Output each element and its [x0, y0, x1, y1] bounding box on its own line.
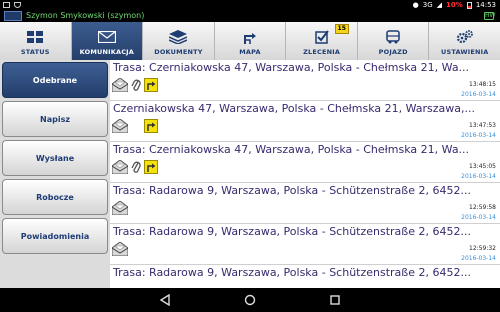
envelope-icon [97, 30, 116, 44]
android-nav-bar [0, 288, 500, 312]
grid-icon [26, 30, 44, 44]
battery-icon [466, 1, 472, 9]
message-row[interactable]: Trasa: Czerniakowska 47, Warszawa, Polsk… [110, 142, 500, 183]
message-time: 13:47:53 [469, 122, 496, 129]
stack-icon [169, 30, 188, 44]
checkbox-icon [313, 30, 331, 44]
sidebar-item-odebrane[interactable]: Odebrane [2, 62, 108, 98]
tab-ustawienia[interactable]: USTAWIENIA [429, 22, 500, 60]
message-title: Trasa: Radarowa 9, Warszawa, Polska - Sc… [113, 184, 471, 197]
battery-percent: 10% [446, 1, 463, 9]
message-time: 12:59:58 [469, 204, 496, 211]
android-status-bar: ● 3G ◢ 10% 14:53 [0, 0, 500, 10]
tab-label: STATUS [20, 48, 50, 56]
screenshot-icon [3, 2, 10, 8]
signal-icon: ◢ [436, 1, 443, 9]
message-title: Trasa: Radarowa 9, Warszawa, Polska - Sc… [113, 266, 471, 279]
screen: ● 3G ◢ 10% 14:53 Szymon Smykowski (szymo… [0, 0, 500, 312]
message-date: 2016-03-14 [461, 91, 496, 98]
user-name: Szymon Smykowski (szymon) [26, 11, 145, 20]
network-type: 3G [422, 1, 433, 9]
sidebar-item-napisz[interactable]: Napisz [2, 101, 108, 137]
message-date: 2016-03-14 [461, 132, 496, 139]
open-envelope-icon [112, 201, 128, 215]
message-row[interactable]: Czerniakowska 47, Warszawa, Polska - Che… [110, 101, 500, 142]
message-title: Trasa: Czerniakowska 47, Warszawa, Polsk… [113, 61, 470, 74]
message-row[interactable]: Trasa: Radarowa 9, Warszawa, Polska - Sc… [110, 224, 500, 265]
recents-button[interactable] [328, 293, 342, 307]
shield-icon [14, 2, 21, 8]
message-time: 13:45:05 [469, 163, 496, 170]
message-title: Trasa: Radarowa 9, Warszawa, Polska - Sc… [113, 225, 471, 238]
tab-zlecenia[interactable]: 15 ZLECENIA [286, 22, 358, 60]
route-icon [144, 78, 158, 92]
tab-komunikacja[interactable]: KOMUNIKACJA [71, 22, 144, 60]
tab-label: USTAWIENIA [440, 48, 489, 56]
location-icon: ● [412, 1, 419, 9]
tab-dokumenty[interactable]: DOKUMENTY [143, 22, 215, 60]
open-envelope-icon [112, 160, 128, 174]
message-date: 2016-03-14 [461, 255, 496, 262]
sidebar-item-powiadomienia[interactable]: Powiadomienia [2, 218, 108, 254]
clock: 14:53 [475, 1, 496, 9]
back-triangle-icon [159, 294, 170, 306]
tab-label: DOKUMENTY [154, 48, 203, 56]
message-row[interactable]: Trasa: Czerniakowska 47, Warszawa, Polsk… [110, 60, 500, 101]
open-envelope-icon [112, 242, 128, 256]
orders-count-badge: 15 [334, 24, 349, 34]
tab-label: POJAZD [378, 48, 408, 56]
recents-square-icon [330, 295, 340, 305]
home-circle-icon [244, 294, 256, 306]
tab-mapa[interactable]: MAPA [214, 22, 287, 60]
connection-status-icon: HW [484, 12, 496, 20]
tab-pojazd[interactable]: POJAZD [357, 22, 430, 60]
app-title-bar: Szymon Smykowski (szymon) HW [0, 10, 500, 22]
messages-sidebar: Odebrane Napisz Wysłane Robocze Powiadom… [0, 60, 110, 288]
bus-icon [384, 30, 402, 44]
tab-label: KOMUNIKACJA [79, 48, 135, 56]
message-list: Trasa: Czerniakowska 47, Warszawa, Polsk… [110, 60, 500, 288]
message-row[interactable]: Trasa: Radarowa 9, Warszawa, Polska - Sc… [110, 183, 500, 224]
message-time: 13:48:15 [469, 81, 496, 88]
open-envelope-icon [112, 78, 128, 92]
message-date: 2016-03-14 [461, 173, 496, 180]
tab-label: MAPA [239, 48, 261, 56]
open-envelope-icon [112, 119, 128, 133]
message-row[interactable]: Trasa: Radarowa 9, Warszawa, Polska - Sc… [110, 265, 500, 288]
message-title: Czerniakowska 47, Warszawa, Polska - Che… [113, 102, 476, 115]
device-icon [4, 11, 22, 21]
gears-icon [456, 30, 474, 44]
paperclip-icon [131, 161, 141, 173]
message-time: 12:59:32 [469, 245, 496, 252]
sidebar-item-robocze[interactable]: Robocze [2, 179, 108, 215]
route-icon [144, 119, 158, 133]
tab-status[interactable]: STATUS [0, 22, 72, 60]
message-title: Trasa: Czerniakowska 47, Warszawa, Polsk… [113, 143, 470, 156]
back-button[interactable] [158, 293, 172, 307]
message-date: 2016-03-14 [461, 214, 496, 221]
home-button[interactable] [243, 293, 257, 307]
paperclip-icon [131, 79, 141, 91]
route-icon [144, 160, 158, 174]
tab-label: ZLECENIA [303, 48, 341, 56]
route-sign-icon [241, 30, 259, 44]
main-tab-bar: STATUS KOMUNIKACJA DOKUMENTY MAPA 15 ZLE… [0, 22, 500, 60]
sidebar-item-wyslane[interactable]: Wysłane [2, 140, 108, 176]
